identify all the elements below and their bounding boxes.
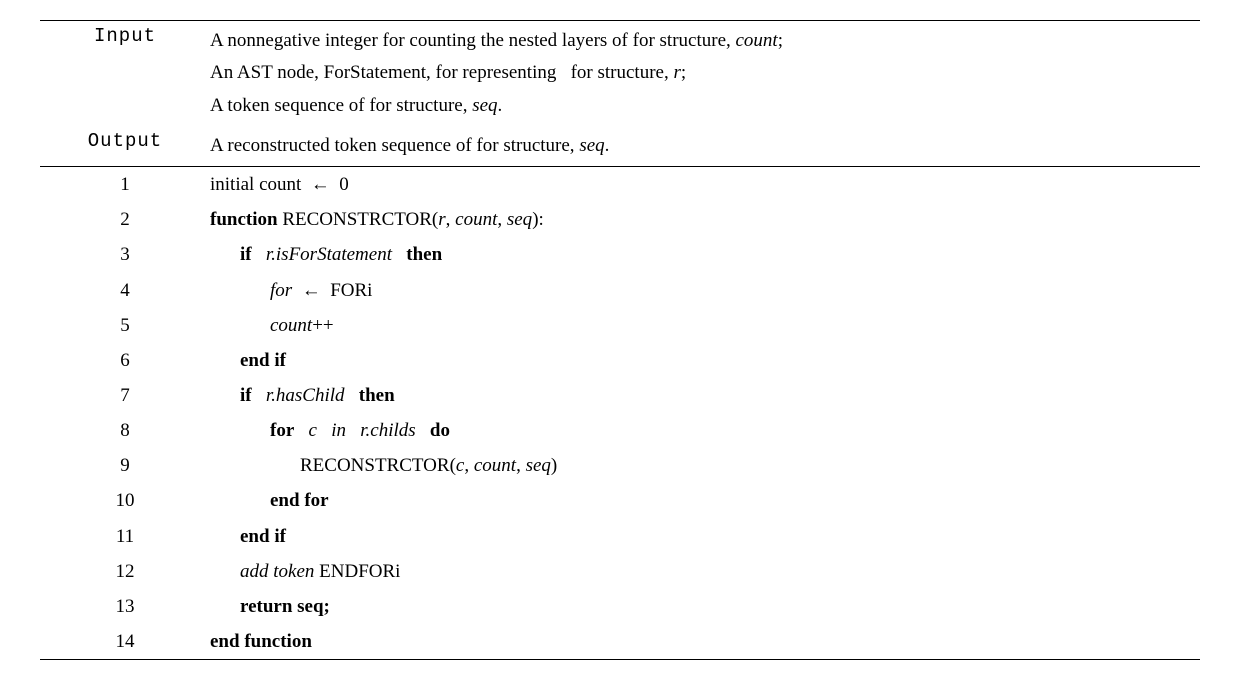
line-number: 9 [40,448,210,483]
line-number: 1 [40,167,210,202]
code-line: 2function RECONSTRCTOR(r, count, seq): [40,202,1200,237]
code-line: 6end if [40,343,1200,378]
line-number: 11 [40,519,210,554]
code-line: 5count++ [40,308,1200,343]
code-line: 4for ← FORi [40,273,1200,308]
output-content: A reconstructed token sequence of for st… [210,130,1200,162]
input-row: Input A nonnegative integer for counting… [40,21,1200,126]
output-line-1: A reconstructed token sequence of for st… [210,130,1200,162]
line-number: 12 [40,554,210,589]
line-content: initial count ← 0 [210,167,1200,202]
input-label: Input [40,25,210,47]
line-number: 2 [40,202,210,237]
line-number: 6 [40,343,210,378]
line-content: add token ENDFORi [210,554,1200,589]
line-content: for c in r.childs do [210,413,1200,448]
line-number: 5 [40,308,210,343]
code-line: 9RECONSTRCTOR(c, count, seq) [40,448,1200,483]
line-content: count++ [210,308,1200,343]
code-line: 8for c in r.childs do [40,413,1200,448]
code-line: 12add token ENDFORi [40,554,1200,589]
line-number: 14 [40,624,210,659]
line-number: 4 [40,273,210,308]
line-content: end if [210,519,1200,554]
code-line: 14end function [40,624,1200,659]
code-body: 1initial count ← 02function RECONSTRCTOR… [40,167,1200,659]
line-number: 3 [40,237,210,272]
line-content: if r.isForStatement then [210,237,1200,272]
line-number: 7 [40,378,210,413]
code-line: 1initial count ← 0 [40,167,1200,202]
line-content: RECONSTRCTOR(c, count, seq) [210,448,1200,483]
input-line-2: An AST node, ForStatement, for represent… [210,57,1200,89]
input-line-3: A token sequence of for structure, seq. [210,90,1200,122]
code-line: 3if r.isForStatement then [40,237,1200,272]
line-number: 10 [40,483,210,518]
code-line: 10end for [40,483,1200,518]
rule-bottom [40,659,1200,660]
line-content: function RECONSTRCTOR(r, count, seq): [210,202,1200,237]
output-row: Output A reconstructed token sequence of… [40,126,1200,166]
line-content: for ← FORi [210,273,1200,308]
line-content: end function [210,624,1200,659]
algorithm-block: Input A nonnegative integer for counting… [40,20,1200,660]
line-content: end if [210,343,1200,378]
line-content: if r.hasChild then [210,378,1200,413]
line-content: end for [210,483,1200,518]
code-line: 11end if [40,519,1200,554]
input-content: A nonnegative integer for counting the n… [210,25,1200,122]
input-line-1: A nonnegative integer for counting the n… [210,25,1200,57]
code-line: 7if r.hasChild then [40,378,1200,413]
output-label: Output [40,130,210,152]
line-number: 8 [40,413,210,448]
